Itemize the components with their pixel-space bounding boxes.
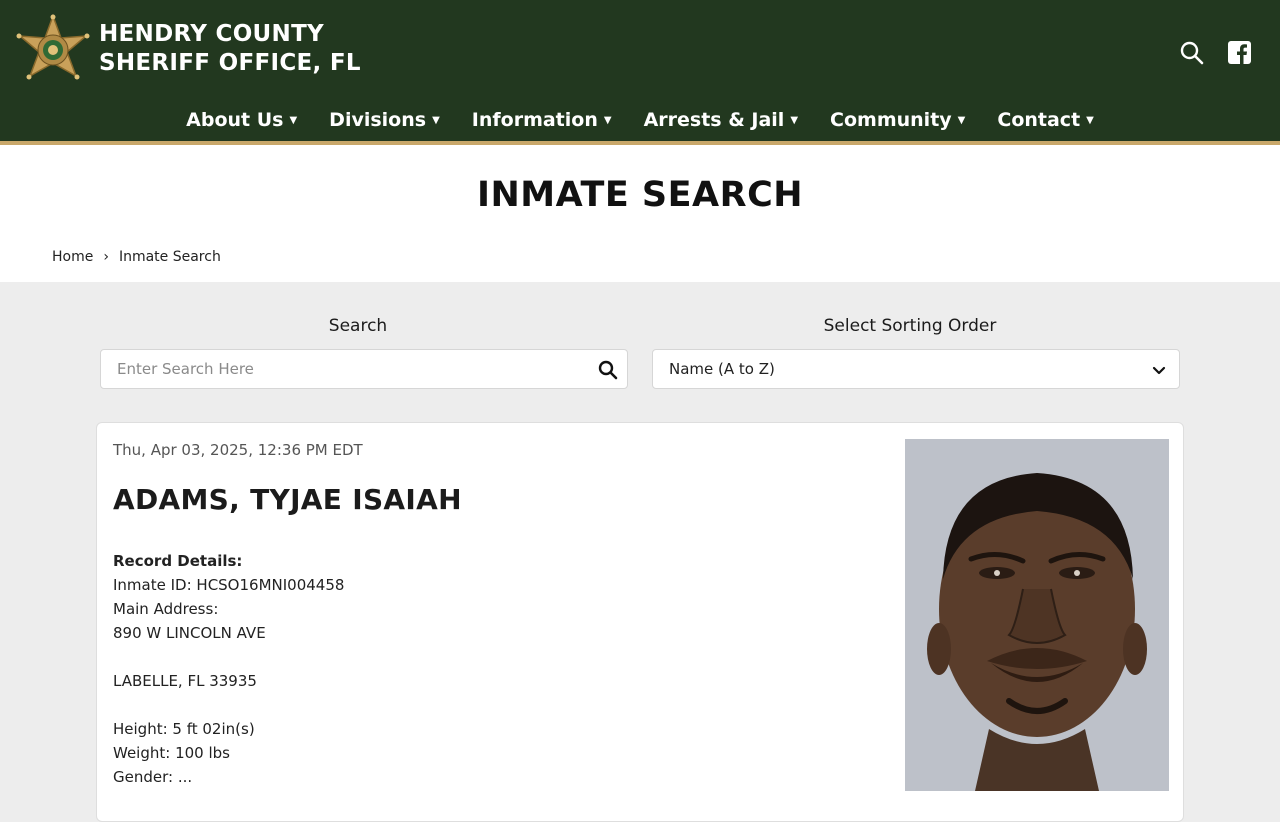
record-details: Record Details: Inmate ID: HCSO16MNI0044… <box>113 549 344 789</box>
nav-label: Divisions <box>329 109 427 131</box>
sort-label: Select Sorting Order <box>823 316 997 336</box>
nav-label: Arrests & Jail <box>643 109 785 131</box>
page-title: INMATE SEARCH <box>476 175 804 215</box>
gender: Gender: ... <box>113 768 193 786</box>
nav-contact[interactable]: Contact ▼ <box>981 104 1109 136</box>
nav-community[interactable]: Community ▼ <box>814 104 981 136</box>
site-title-line2: SHERIFF OFFICE, FL <box>99 50 361 76</box>
weight: Weight: 100 lbs <box>113 744 230 762</box>
address-line1: 890 W LINCOLN AVE <box>113 624 266 642</box>
nav-arrests-jail[interactable]: Arrests & Jail ▼ <box>628 104 814 136</box>
address-line2: LABELLE, FL 33935 <box>113 672 257 690</box>
nav-divisions[interactable]: Divisions ▼ <box>313 104 456 136</box>
sort-selected-value: Name (A to Z) <box>669 360 775 378</box>
inmate-id: Inmate ID: HCSO16MNI004458 <box>113 576 345 594</box>
site-header: HENDRY COUNTY SHERIFF OFFICE, FL About U… <box>0 0 1280 141</box>
search-input[interactable] <box>101 350 581 388</box>
address-label: Main Address: <box>113 600 219 618</box>
caret-down-icon: ▼ <box>790 114 799 126</box>
sort-select[interactable]: Name (A to Z) <box>652 349 1180 389</box>
height: Height: 5 ft 02in(s) <box>113 720 255 738</box>
inmate-record-card[interactable]: Thu, Apr 03, 2025, 12:36 PM EDT ADAMS, T… <box>96 422 1184 822</box>
caret-down-icon: ▼ <box>1086 114 1094 126</box>
caret-down-icon: ▼ <box>957 114 966 126</box>
search-label: Search <box>328 316 388 336</box>
chevron-down-icon <box>1151 362 1167 378</box>
breadcrumb-current: Inmate Search <box>118 249 221 265</box>
site-title-line1: HENDRY COUNTY <box>99 21 325 47</box>
sheriff-star-logo[interactable] <box>14 13 92 88</box>
caret-down-icon: ▼ <box>289 114 298 126</box>
inmate-mugshot[interactable] <box>905 439 1169 791</box>
breadcrumb-home[interactable]: Home <box>52 249 93 265</box>
caret-down-icon: ▼ <box>603 114 612 126</box>
details-header: Record Details: <box>113 552 243 570</box>
facebook-icon[interactable] <box>1228 41 1251 64</box>
details-blank <box>113 693 344 717</box>
search-field <box>100 349 628 389</box>
address-blank <box>113 645 344 669</box>
breadcrumb-separator-icon: › <box>103 249 109 265</box>
site-title[interactable]: HENDRY COUNTY SHERIFF OFFICE, FL <box>99 20 361 78</box>
nav-information[interactable]: Information ▼ <box>456 104 628 136</box>
nav-label: Information <box>471 109 598 131</box>
title-band: INMATE SEARCH Home › Inmate Search <box>0 145 1280 282</box>
main-nav: About Us ▼ Divisions ▼ Information ▼ Arrest… <box>0 104 1280 136</box>
nav-label: Contact <box>997 109 1081 131</box>
nav-about-us[interactable]: About Us ▼ <box>170 104 313 136</box>
nav-label: About Us <box>186 109 284 131</box>
breadcrumb: Home › Inmate Search <box>52 249 221 265</box>
nav-label: Community <box>830 109 952 131</box>
caret-down-icon: ▼ <box>432 114 440 126</box>
search-icon[interactable] <box>1179 40 1205 66</box>
search-submit-icon[interactable] <box>597 359 619 381</box>
inmate-name[interactable]: ADAMS, TYJAE ISAIAH <box>113 483 462 516</box>
record-date: Thu, Apr 03, 2025, 12:36 PM EDT <box>113 441 363 459</box>
